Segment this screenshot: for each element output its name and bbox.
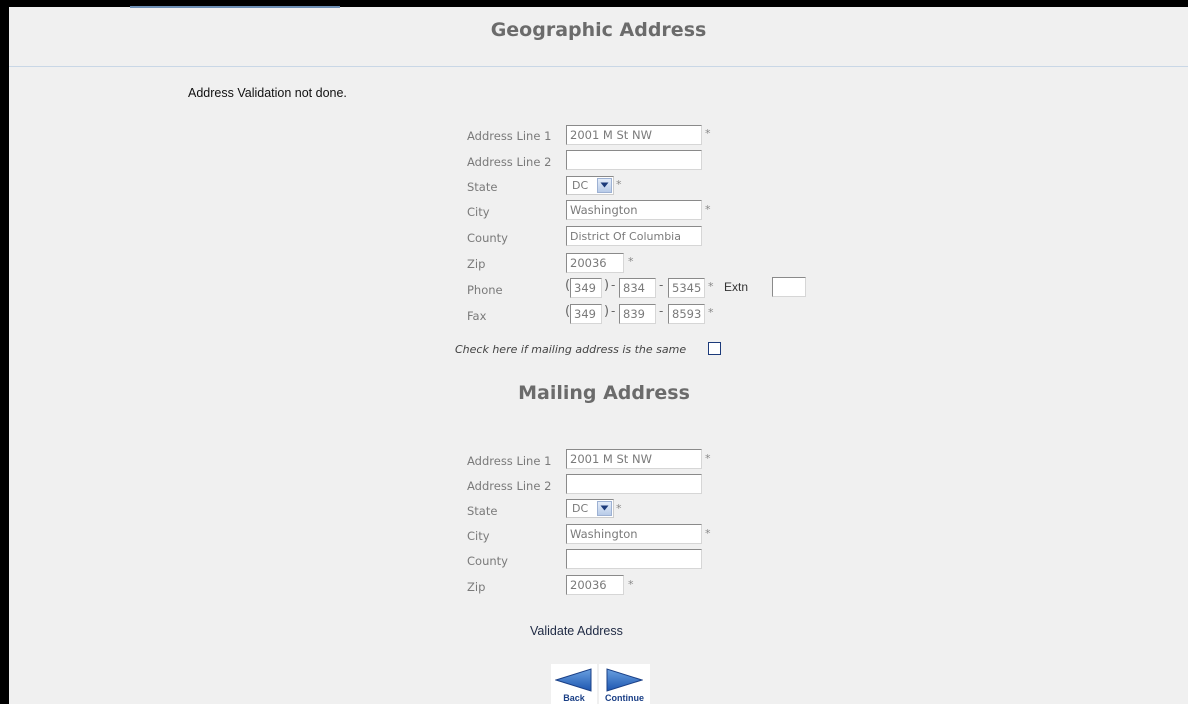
mailing-address-title: Mailing Address	[518, 382, 690, 404]
geo-city-input[interactable]	[566, 200, 702, 220]
phone-extn-input[interactable]	[772, 277, 806, 297]
mail-county-label: County	[467, 554, 508, 568]
geo-address2-label: Address Line 2	[467, 155, 552, 169]
required-marker: *	[616, 502, 622, 515]
required-marker: *	[628, 578, 634, 591]
required-marker: *	[708, 280, 714, 293]
required-marker: *	[705, 452, 711, 465]
chevron-down-icon[interactable]	[597, 178, 612, 193]
geo-phone-label: Phone	[467, 283, 503, 297]
dash-separator: -	[659, 278, 664, 292]
mail-zip-input[interactable]	[566, 575, 624, 595]
phone-area-code-input[interactable]	[570, 278, 602, 298]
required-marker: *	[705, 527, 711, 540]
phone-line-input[interactable]	[668, 278, 705, 298]
same-address-checkbox-label: Check here if mailing address is the sam…	[455, 343, 687, 356]
fax-area-code-input[interactable]	[570, 304, 602, 324]
dash-separator: -	[611, 304, 616, 318]
dash-separator: -	[659, 304, 664, 318]
mail-address2-label: Address Line 2	[467, 479, 552, 493]
continue-label: Continue	[605, 693, 644, 703]
geo-fax-label: Fax	[467, 309, 487, 323]
window-frame-tab-accent	[130, 6, 340, 8]
mail-zip-label: Zip	[467, 580, 486, 594]
geo-city-label: City	[467, 205, 490, 219]
right-arrow-icon	[606, 668, 643, 692]
fax-prefix-input[interactable]	[619, 304, 656, 324]
geo-address2-input[interactable]	[566, 150, 702, 170]
required-marker: *	[708, 306, 714, 319]
mail-state-value: DC	[572, 502, 589, 515]
geo-state-value: DC	[572, 179, 589, 192]
mail-address1-label: Address Line 1	[467, 454, 552, 468]
validate-address-link[interactable]: Validate Address	[530, 624, 623, 638]
phone-prefix-input[interactable]	[619, 278, 656, 298]
fax-line-input[interactable]	[668, 304, 705, 324]
mail-state-select[interactable]: DC	[566, 499, 614, 518]
continue-button[interactable]: Continue	[599, 664, 650, 704]
geo-county-label: County	[467, 231, 508, 245]
geo-zip-label: Zip	[467, 257, 486, 271]
dash-separator: -	[611, 278, 616, 292]
mail-city-label: City	[467, 529, 490, 543]
close-paren: )	[604, 278, 610, 293]
chevron-down-icon[interactable]	[597, 501, 612, 516]
geo-state-select[interactable]: DC	[566, 176, 614, 195]
close-paren: )	[604, 304, 610, 319]
required-marker: *	[628, 255, 634, 268]
geo-county-input[interactable]	[566, 226, 702, 246]
geo-address1-label: Address Line 1	[467, 129, 552, 143]
same-address-checkbox[interactable]	[708, 342, 721, 355]
back-button[interactable]: Back	[551, 664, 597, 704]
validation-status-message: Address Validation not done.	[188, 86, 347, 100]
window-frame-left	[0, 0, 9, 704]
left-arrow-icon	[555, 668, 592, 692]
required-marker: *	[616, 178, 622, 191]
page-title: Geographic Address	[490, 19, 707, 41]
geo-address1-input[interactable]	[566, 125, 702, 145]
mail-address2-input[interactable]	[566, 474, 702, 494]
header-divider	[9, 66, 1188, 67]
mail-address1-input[interactable]	[566, 449, 702, 469]
geo-zip-input[interactable]	[566, 253, 624, 273]
phone-extn-label: Extn	[724, 280, 749, 294]
mail-county-input[interactable]	[566, 549, 702, 569]
mail-state-label: State	[467, 504, 498, 518]
geo-state-label: State	[467, 180, 498, 194]
mail-city-input[interactable]	[566, 524, 702, 544]
back-label: Back	[563, 693, 585, 703]
required-marker: *	[705, 203, 711, 216]
required-marker: *	[705, 127, 711, 140]
